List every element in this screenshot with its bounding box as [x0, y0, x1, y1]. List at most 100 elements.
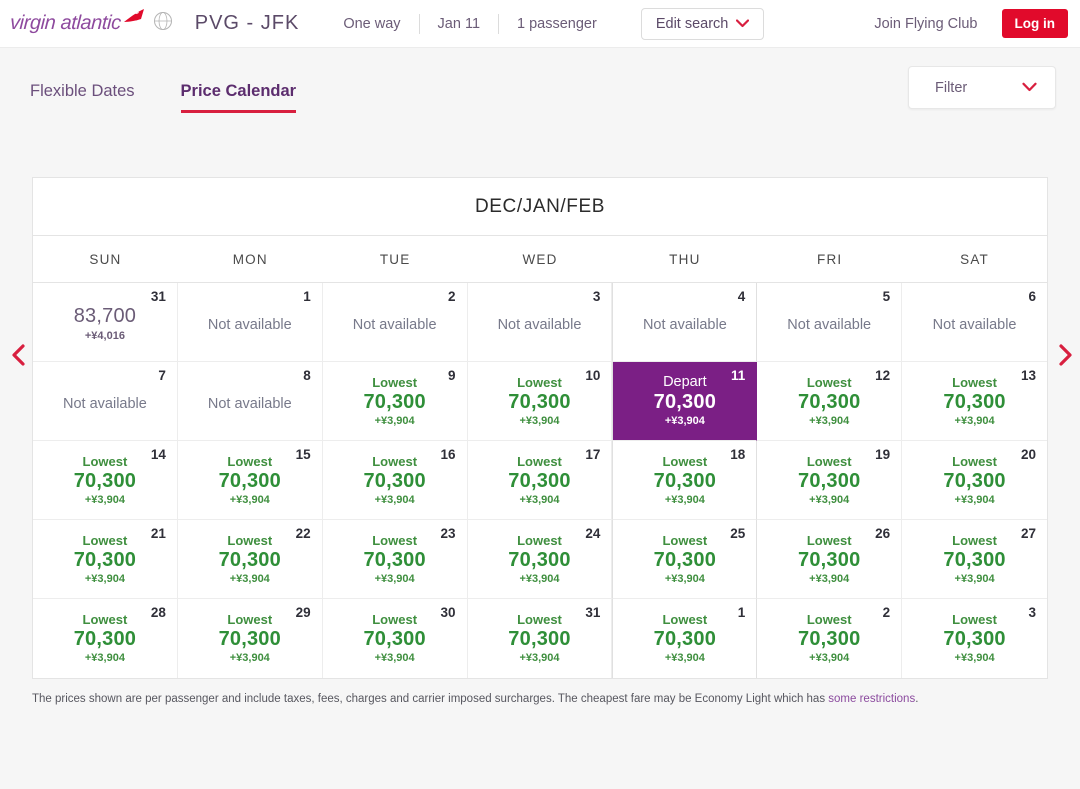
lowest-fare-label: Lowest: [952, 375, 997, 390]
join-flying-club-link[interactable]: Join Flying Club: [874, 16, 977, 32]
lowest-fare-label: Lowest: [662, 533, 708, 548]
calendar-cell[interactable]: 29 Lowest 70,300 +¥3,904: [178, 599, 323, 678]
fare-price: 70,300: [943, 391, 1006, 413]
calendar-cell: 4 Not available: [612, 283, 758, 362]
not-available-label: Not available: [787, 317, 872, 333]
fare-price: 70,300: [508, 470, 571, 492]
summary-trip-type: One way: [343, 15, 401, 32]
fare-price: 70,300: [798, 391, 861, 413]
calendar-cell: 5 Not available: [757, 283, 903, 362]
calendar-cell[interactable]: 13 Lowest 70,300 +¥3,904: [902, 362, 1047, 441]
calendar-day-number: 2: [882, 605, 891, 620]
calendar-cell[interactable]: 21 Lowest 70,300 +¥3,904: [33, 520, 178, 599]
calendar-cell[interactable]: 18 Lowest 70,300 +¥3,904: [612, 441, 758, 520]
calendar-cell: 8 Not available: [177, 362, 323, 441]
calendar-cell[interactable]: 31 Lowest 70,300 +¥3,904: [468, 599, 613, 678]
fare-tax: +¥3,904: [664, 652, 705, 664]
calendar-cell[interactable]: 25 Lowest 70,300 +¥3,904: [612, 520, 758, 599]
calendar-cell[interactable]: 22 Lowest 70,300 +¥3,904: [177, 520, 323, 599]
fare-price: 70,300: [943, 628, 1006, 650]
lowest-fare-label: Lowest: [952, 533, 997, 548]
price-calendar: DEC/JAN/FEB SUN MON TUE WED THU FRI SAT …: [32, 177, 1048, 679]
calendar-cell[interactable]: 26 Lowest 70,300 +¥3,904: [757, 520, 903, 599]
calendar-cell[interactable]: 27 Lowest 70,300 +¥3,904: [902, 520, 1047, 599]
calendar-cell[interactable]: 17 Lowest 70,300 +¥3,904: [467, 441, 613, 520]
calendar-day-number: 8: [303, 368, 311, 383]
fare-price: 70,300: [363, 549, 426, 571]
lowest-fare-label: Lowest: [372, 375, 418, 390]
not-available-label: Not available: [63, 396, 147, 412]
calendar-cell[interactable]: 3 Lowest 70,300 +¥3,904: [902, 599, 1047, 678]
calendar-cell[interactable]: 2 Lowest 70,300 +¥3,904: [757, 599, 903, 678]
previous-month-button[interactable]: [6, 342, 32, 372]
calendar-day-number: 3: [592, 289, 601, 304]
calendar-cell[interactable]: 24 Lowest 70,300 +¥3,904: [467, 520, 613, 599]
filter-label: Filter: [935, 79, 968, 96]
calendar-cell[interactable]: 10 Lowest 70,300 +¥3,904: [467, 362, 613, 441]
depart-label: Depart: [663, 374, 707, 390]
header-account-actions: Join Flying Club Log in: [874, 9, 1068, 38]
calendar-cell[interactable]: 14 Lowest 70,300 +¥3,904: [33, 441, 178, 520]
calendar-cell[interactable]: 31 83,700 +¥4,016: [33, 283, 178, 362]
calendar-day-number: 22: [295, 526, 311, 541]
calendar-cell[interactable]: 12 Lowest 70,300 +¥3,904: [757, 362, 903, 441]
dow-sun: SUN: [33, 236, 178, 283]
calendar-cell[interactable]: 23 Lowest 70,300 +¥3,904: [322, 520, 468, 599]
lowest-fare-label: Lowest: [662, 612, 708, 627]
calendar-cell[interactable]: 16 Lowest 70,300 +¥3,904: [322, 441, 468, 520]
calendar-cell[interactable]: 30 Lowest 70,300 +¥3,904: [323, 599, 468, 678]
calendar-day-number: 21: [150, 526, 166, 541]
log-in-button[interactable]: Log in: [1001, 9, 1068, 38]
calendar-day-number: 15: [295, 447, 311, 462]
calendar-cell[interactable]: 20 Lowest 70,300 +¥3,904: [902, 441, 1047, 520]
calendar-day-number: 19: [875, 447, 891, 462]
dow-wed: WED: [467, 236, 613, 283]
fare-price: 70,300: [508, 549, 571, 571]
lowest-fare-label: Lowest: [227, 612, 273, 627]
tab-list: Flexible Dates Price Calendar: [0, 82, 296, 113]
lowest-fare-label: Lowest: [517, 533, 562, 548]
calendar-cell-selected[interactable]: 11 Depart 70,300 +¥3,904: [612, 362, 758, 441]
fare-tax: +¥3,904: [374, 415, 415, 427]
fare-tax: +¥3,904: [84, 494, 125, 506]
tab-price-calendar[interactable]: Price Calendar: [180, 82, 296, 113]
some-restrictions-link[interactable]: some restrictions: [828, 693, 915, 705]
fare-tax: +¥3,904: [519, 415, 560, 427]
lowest-fare-label: Lowest: [372, 454, 418, 469]
next-month-button[interactable]: [1052, 342, 1078, 372]
price-calendar-zone: DEC/JAN/FEB SUN MON TUE WED THU FRI SAT …: [0, 177, 1080, 707]
filter-button[interactable]: Filter: [908, 66, 1056, 109]
tab-flexible-dates[interactable]: Flexible Dates: [30, 82, 135, 113]
fare-tax: +¥4,016: [84, 330, 125, 342]
fare-tax: +¥3,904: [664, 415, 705, 427]
edit-search-label: Edit search: [655, 15, 729, 32]
calendar-cell[interactable]: 19 Lowest 70,300 +¥3,904: [757, 441, 903, 520]
calendar-cell[interactable]: 15 Lowest 70,300 +¥3,904: [177, 441, 323, 520]
calendar-cell[interactable]: 1 Lowest 70,300 +¥3,904: [612, 599, 758, 678]
lowest-fare-label: Lowest: [517, 612, 562, 627]
edit-search-button[interactable]: Edit search: [640, 7, 765, 40]
fare-tax: +¥3,904: [954, 652, 995, 664]
calendar-cell[interactable]: 28 Lowest 70,300 +¥3,904: [33, 599, 178, 678]
calendar-day-number: 13: [1020, 368, 1036, 383]
chevron-right-icon: [1057, 343, 1073, 371]
fare-tax: +¥3,904: [664, 573, 705, 585]
fare-price: 70,300: [363, 470, 426, 492]
calendar-day-number: 3: [1028, 605, 1036, 620]
lowest-fare-label: Lowest: [372, 612, 418, 627]
virgin-atlantic-logo[interactable]: virgin atlantic: [9, 9, 173, 36]
fare-tax: +¥3,904: [954, 494, 995, 506]
fare-price: 70,300: [218, 628, 281, 650]
not-available-label: Not available: [352, 317, 437, 333]
summary-passengers: 1 passenger: [517, 15, 597, 32]
calendar-cell[interactable]: 9 Lowest 70,300 +¥3,904: [322, 362, 468, 441]
fare-tax: +¥3,904: [374, 494, 415, 506]
calendar-day-number: 12: [875, 368, 891, 383]
calendar-day-number: 5: [882, 289, 891, 304]
dow-sat: SAT: [902, 236, 1047, 283]
calendar-day-number: 31: [150, 289, 166, 304]
lowest-fare-label: Lowest: [82, 533, 128, 548]
fare-price: 70,300: [798, 549, 861, 571]
dow-fri: FRI: [757, 236, 903, 283]
calendar-day-number: 30: [440, 605, 456, 620]
